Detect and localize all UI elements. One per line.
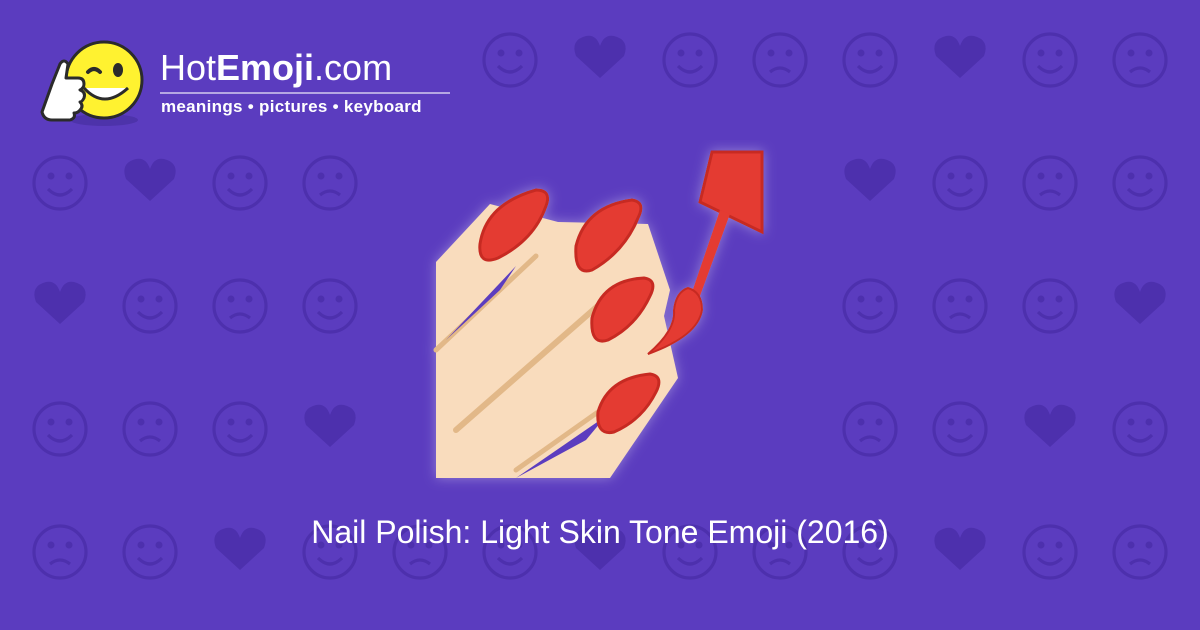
pattern-emoji-icon: [304, 404, 356, 447]
pattern-emoji-icon: [752, 32, 808, 88]
emoji-caption: Nail Polish: Light Skin Tone Emoji (2016…: [311, 514, 889, 550]
pattern-emoji-icon: [1022, 278, 1078, 334]
brand-title-prefix: Hot: [160, 47, 217, 88]
pattern-emoji-icon: [1112, 155, 1168, 211]
pattern-emoji-icon: [1112, 32, 1168, 88]
pattern-emoji-icon: [1114, 281, 1166, 324]
pattern-emoji-icon: [482, 32, 538, 88]
pattern-emoji-icon: [934, 35, 986, 78]
pattern-emoji-icon: [932, 401, 988, 457]
pattern-emoji-icon: [842, 401, 898, 457]
brand-title-suffix: .com: [314, 47, 393, 88]
pattern-emoji-icon: [1022, 155, 1078, 211]
pattern-emoji-icon: [932, 155, 988, 211]
pattern-emoji-icon: [842, 32, 898, 88]
pattern-emoji-icon: [32, 155, 88, 211]
pattern-emoji-icon: [212, 401, 268, 457]
pattern-emoji-icon: [302, 155, 358, 211]
pattern-emoji-icon: [212, 155, 268, 211]
pattern-emoji-icon: [124, 158, 176, 201]
pattern-emoji-icon: [122, 401, 178, 457]
brand-title-emphasis: Emoji: [216, 47, 315, 88]
winking-thumbs-up-face-icon: [40, 40, 144, 126]
brand-divider: [160, 92, 450, 94]
pattern-emoji-icon: [574, 35, 626, 78]
nail-polish-light-skin-tone-icon: [433, 150, 764, 478]
pattern-emoji-icon: [662, 32, 718, 88]
pattern-emoji-icon: [1022, 32, 1078, 88]
pattern-emoji-icon: [1024, 404, 1076, 447]
pattern-emoji-icon: [932, 278, 988, 334]
pattern-emoji-icon: [212, 278, 268, 334]
site-logo[interactable]: HotEmoji.com meanings • pictures • keybo…: [40, 36, 460, 132]
pattern-emoji-icon: [302, 278, 358, 334]
pattern-emoji-icon: [122, 278, 178, 334]
pattern-emoji-icon: [32, 401, 88, 457]
pattern-emoji-icon: [844, 158, 896, 201]
pattern-emoji-icon: [842, 278, 898, 334]
pattern-emoji-icon: [1112, 401, 1168, 457]
brand-tagline: meanings • pictures • keyboard: [161, 97, 422, 116]
brand-title[interactable]: HotEmoji.com: [160, 48, 392, 88]
pattern-emoji-icon: [34, 281, 86, 324]
